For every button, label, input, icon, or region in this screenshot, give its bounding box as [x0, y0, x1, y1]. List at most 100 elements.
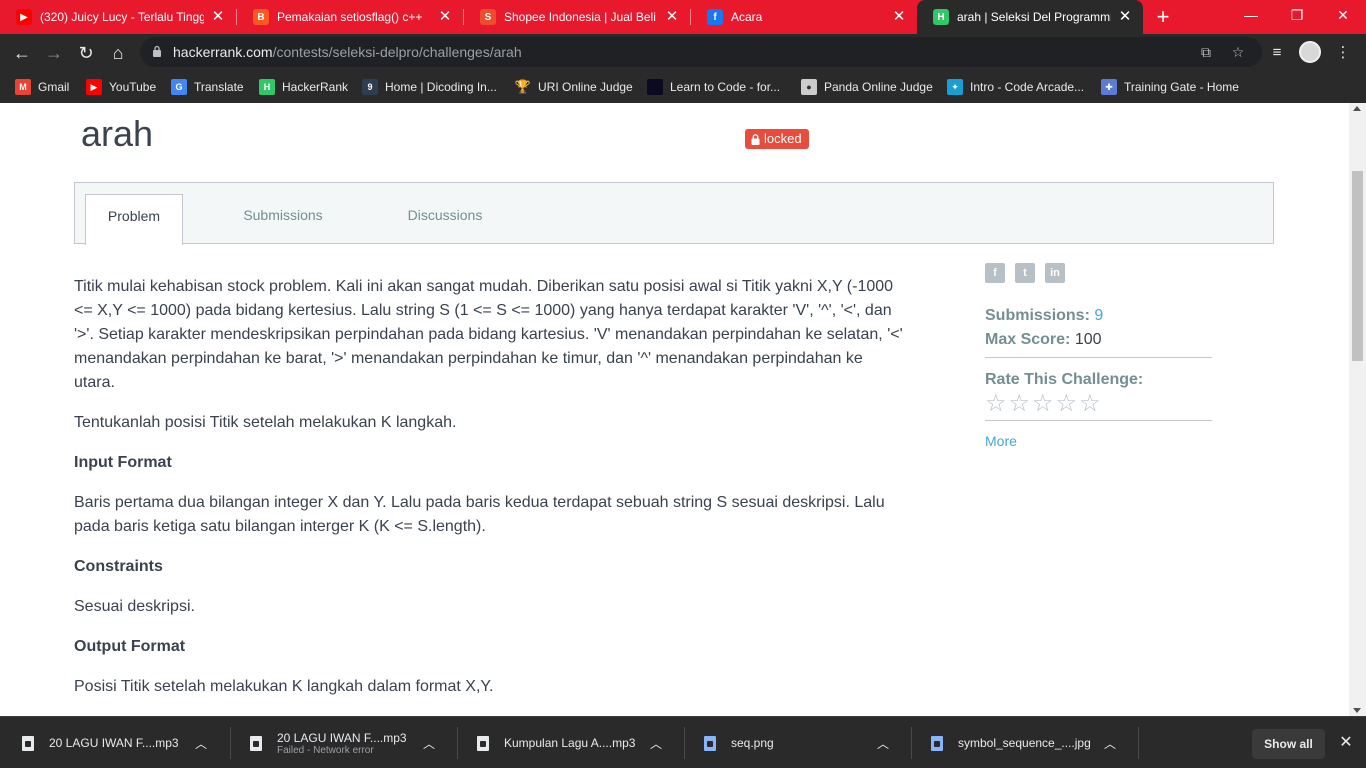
download-item-failed[interactable]: 20 LAGU IWAN F....mp3 Failed - Network e…: [228, 717, 454, 769]
chevron-up-icon[interactable]: ︿: [876, 735, 890, 752]
bookmark-code-arcade[interactable]: ✦ Intro - Code Arcade...: [947, 77, 1084, 97]
maximize-window-button[interactable]: ❐: [1274, 0, 1320, 30]
bookmark-translate[interactable]: G Translate: [171, 77, 244, 97]
output-format-text: Posisi Titik setelah melakukan K langkah…: [74, 678, 494, 695]
bookmark-label: Intro - Code Arcade...: [970, 80, 1085, 94]
tab-submissions[interactable]: Submissions: [233, 194, 333, 245]
download-filename: Kumpulan Lagu A....mp3: [504, 736, 636, 750]
bookmark-label: Training Gate - Home: [1124, 80, 1239, 94]
bookmark-star-icon[interactable]: ☆: [1229, 43, 1247, 61]
browser-tab-blogger[interactable]: B Pemakaian setiosflag() c++ ✕: [237, 0, 463, 34]
browser-tab-youtube[interactable]: ▶ (320) Juicy Lucy - Terlalu Tinggi ✕: [0, 0, 236, 34]
show-all-button[interactable]: Show all: [1252, 729, 1325, 759]
browser-tab-title: (320) Juicy Lucy - Terlalu Tinggi: [40, 10, 204, 24]
close-window-button[interactable]: ✕: [1320, 0, 1366, 30]
bookmark-hackerrank[interactable]: H HackerRank: [259, 77, 348, 97]
twitter-share-icon[interactable]: t: [1015, 263, 1035, 283]
chevron-up-icon[interactable]: ︿: [1103, 735, 1117, 752]
bookmark-dicoding[interactable]: 9 Home | Dicoding In...: [362, 77, 497, 97]
star-icon[interactable]: ☆: [1032, 392, 1054, 416]
home-button[interactable]: ⌂: [104, 39, 132, 67]
bookmark-label: Home | Dicoding In...: [385, 80, 497, 94]
share-buttons: f t in: [985, 263, 1212, 283]
chevron-up-icon[interactable]: ︿: [649, 735, 663, 752]
browser-tab-title: arah | Seleksi Del Programming: [957, 10, 1111, 24]
max-score-label: Max Score:: [985, 331, 1071, 348]
new-tab-button[interactable]: +: [1151, 5, 1175, 29]
bookmark-label: Translate: [194, 80, 244, 94]
page-scrollbar[interactable]: [1349, 103, 1366, 716]
download-item[interactable]: 20 LAGU IWAN F....mp3 ︿: [0, 717, 226, 769]
download-item[interactable]: symbol_sequence_....jpg ︿: [909, 717, 1135, 769]
downloads-shelf: 20 LAGU IWAN F....mp3 ︿ 20 LAGU IWAN F..…: [0, 716, 1366, 768]
bookmark-freecodecamp[interactable]: Learn to Code - for...: [647, 77, 780, 97]
chevron-up-icon[interactable]: ︿: [422, 735, 436, 752]
close-tab-icon[interactable]: ✕: [664, 9, 680, 25]
profile-avatar[interactable]: [1299, 41, 1321, 63]
reload-button[interactable]: ↻: [72, 39, 100, 67]
bookmark-youtube[interactable]: ▶ YouTube: [86, 77, 156, 97]
browser-tab-title: Pemakaian setiosflag() c++: [277, 10, 423, 24]
image-file-icon: [931, 735, 943, 751]
divider: [985, 357, 1212, 358]
linkedin-share-icon[interactable]: in: [1045, 263, 1065, 283]
media-control-icon[interactable]: ≡: [1266, 42, 1288, 64]
back-button[interactable]: ←: [8, 39, 36, 67]
star-icon[interactable]: ☆: [1009, 392, 1031, 416]
browser-tab-shopee[interactable]: S Shopee Indonesia | Jual Beli di ✕: [464, 0, 690, 34]
hackerrank-favicon-icon: H: [933, 9, 949, 25]
scroll-thumb[interactable]: [1352, 171, 1363, 361]
file-icon: [477, 735, 489, 751]
browser-tab-hackerrank[interactable]: H arah | Seleksi Del Programming ✕: [917, 0, 1143, 34]
translate-page-icon[interactable]: ⧉: [1197, 43, 1215, 61]
youtube-favicon-icon: ▶: [16, 9, 32, 25]
star-icon[interactable]: ☆: [985, 392, 1007, 416]
close-tab-icon[interactable]: ✕: [437, 9, 453, 25]
scroll-down-arrow-icon[interactable]: [1353, 708, 1361, 713]
divider: [985, 420, 1212, 421]
bookmark-label: HackerRank: [282, 80, 349, 94]
minimize-window-button[interactable]: —: [1228, 0, 1274, 30]
close-tab-icon[interactable]: ✕: [210, 9, 226, 25]
dicoding-icon: 9: [362, 79, 378, 95]
submissions-label: Submissions:: [985, 307, 1090, 324]
bookmark-gmail[interactable]: M Gmail: [15, 77, 69, 97]
bookmark-uri-online-judge[interactable]: 🏆 URI Online Judge: [515, 77, 633, 97]
star-icon[interactable]: ☆: [1079, 392, 1101, 416]
input-format-text: Baris pertama dua bilangan integer X dan…: [74, 494, 885, 535]
address-bar[interactable]: hackerrank.com/contests/seleksi-delpro/c…: [140, 37, 1262, 67]
output-format-heading: Output Format: [74, 638, 186, 655]
more-link[interactable]: More: [985, 433, 1212, 449]
close-shelf-icon[interactable]: ✕: [1336, 733, 1356, 753]
gmail-icon: M: [15, 79, 31, 95]
max-score-stat: Max Score: 100: [985, 328, 1212, 352]
star-icon[interactable]: ☆: [1056, 392, 1078, 416]
browser-tab-facebook[interactable]: f Acara ✕: [691, 0, 917, 34]
rate-challenge-label: Rate This Challenge:: [985, 371, 1144, 388]
download-item[interactable]: Kumpulan Lagu A....mp3 ︿: [455, 717, 681, 769]
browser-menu-icon[interactable]: ⋮: [1332, 42, 1354, 64]
image-file-icon: [704, 735, 716, 751]
bookmarks-bar: M Gmail ▶ YouTube G Translate H HackerRa…: [0, 71, 1366, 103]
download-item[interactable]: seq.png ︿: [682, 717, 908, 769]
shopee-favicon-icon: S: [480, 9, 496, 25]
facebook-share-icon[interactable]: f: [985, 263, 1005, 283]
blogger-favicon-icon: B: [253, 9, 269, 25]
page-content: arah locked Problem Submissions Discussi…: [0, 103, 1349, 716]
submissions-count-link[interactable]: 9: [1094, 307, 1103, 324]
tab-discussions[interactable]: Discussions: [395, 194, 495, 245]
close-tab-icon[interactable]: ✕: [1117, 9, 1133, 25]
chevron-up-icon[interactable]: ︿: [194, 735, 208, 752]
forward-button[interactable]: →: [40, 39, 68, 67]
bookmark-training-gate[interactable]: ✚ Training Gate - Home: [1101, 77, 1239, 97]
constraints-text: Sesuai deskripsi.: [74, 598, 195, 615]
download-filename: symbol_sequence_....jpg: [958, 736, 1091, 750]
bookmark-panda-online-judge[interactable]: ● Panda Online Judge: [801, 77, 933, 97]
tab-problem[interactable]: Problem: [85, 194, 183, 245]
scroll-up-arrow-icon[interactable]: [1353, 106, 1361, 111]
codesignal-icon: ✦: [947, 79, 963, 95]
bookmark-label: Gmail: [38, 80, 70, 94]
download-filename: 20 LAGU IWAN F....mp3 Failed - Network e…: [277, 731, 422, 756]
statement-paragraph: Tentukanlah posisi Titik setelah melakuk…: [74, 414, 457, 431]
close-tab-icon[interactable]: ✕: [891, 9, 907, 25]
